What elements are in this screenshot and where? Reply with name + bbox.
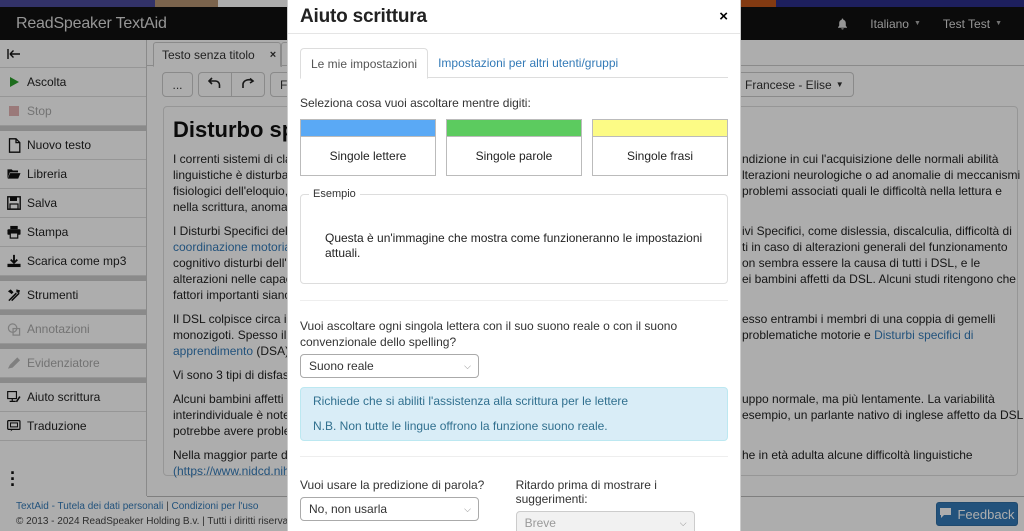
mode-options: Singole lettere Singole parole Singole f… [300,119,728,176]
info-alert: Richiede che si abiliti l'assistenza all… [300,387,728,441]
modal-body: Le mie impostazioni Impostazioni per alt… [288,34,740,531]
modal-header: Aiuto scrittura × [288,0,740,34]
letter-sound-select[interactable]: Suono reale ⌵ [300,354,479,378]
info-line: Richiede che si abiliti l'assistenza all… [313,394,629,408]
info-line: N.B. Non tutte le lingue offrono la funz… [313,419,608,433]
color-band [301,120,435,137]
color-band [447,120,581,137]
tab-my-settings[interactable]: Le mie impostazioni [300,48,429,79]
mode-single-sentences[interactable]: Singole frasi [592,119,728,176]
color-band [593,120,727,137]
settings-tabs: Le mie impostazioni Impostazioni per alt… [300,48,728,79]
select-value: No, non usarla [309,502,388,516]
example-fieldset: Esempio Questa è un'immagine che mostra … [300,188,728,284]
mode-single-letters[interactable]: Singole lettere [300,119,436,176]
chevron-down-icon: ⌵ [679,518,687,528]
mode-label: Singole parole [475,149,553,163]
divider [300,300,728,301]
select-value: Breve [524,516,556,530]
example-text: Questa è un'immagine che mostra come fun… [325,231,703,260]
modal-title: Aiuto scrittura [300,5,427,27]
select-value: Suono reale [309,359,374,373]
letter-sound-question: Vuoi ascoltare ogni singola lettera con … [300,319,678,349]
suggestion-delay-select[interactable]: Breve ⌵ [515,511,695,531]
tab-other-users-settings[interactable]: Impostazioni per altri utenti/gruppi [428,48,628,78]
example-legend: Esempio [309,188,360,200]
close-icon[interactable]: × [719,8,728,25]
prediction-question: Vuoi usare la predizione di parola? [300,478,485,492]
prediction-row: Vuoi usare la predizione di parola? No, … [300,478,728,531]
mode-prompt: Seleziona cosa vuoi ascoltare mentre dig… [300,96,531,110]
chevron-down-icon: ⌵ [464,361,471,371]
delay-question: Ritardo prima di mostrare i suggerimenti… [515,478,657,506]
mode-label: Singole lettere [329,149,407,163]
mode-label: Singole frasi [626,149,694,163]
mode-single-words[interactable]: Singole parole [446,119,582,176]
chevron-down-icon: ⌵ [464,504,471,514]
divider [300,456,728,457]
word-prediction-select[interactable]: No, non usarla ⌵ [300,497,479,521]
writing-aid-modal: Aiuto scrittura × Le mie impostazioni Im… [287,0,741,531]
